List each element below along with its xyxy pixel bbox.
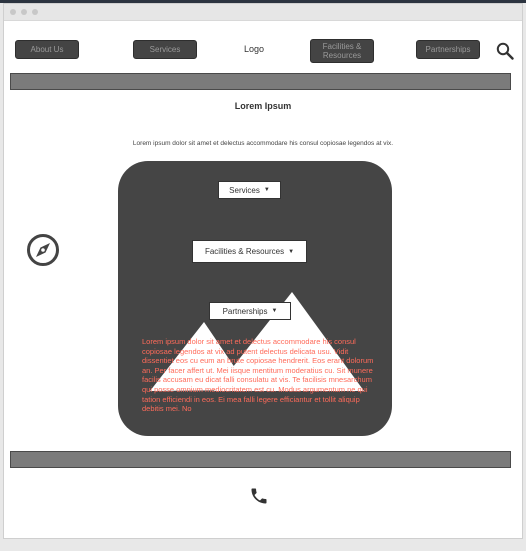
partnerships-dropdown[interactable]: Partnerships ▼ [209, 302, 291, 320]
facilities-dropdown[interactable]: Facilities & Resources ▼ [192, 240, 307, 263]
chevron-down-icon: ▼ [263, 187, 270, 193]
title-bar [4, 4, 522, 21]
window-dot-maximize[interactable] [32, 9, 38, 15]
compass-icon[interactable] [26, 233, 60, 267]
phone-icon[interactable] [249, 486, 269, 506]
header-divider-bar [10, 73, 511, 90]
nav-about-button[interactable]: About Us [15, 40, 79, 59]
browser-window: About Us Services Logo Facilities & Reso… [3, 3, 523, 539]
nav-services-button[interactable]: Services [133, 40, 197, 59]
footer-divider-bar [10, 451, 511, 468]
nav-partnerships-button[interactable]: Partnerships [416, 40, 480, 59]
facilities-dropdown-label: Facilities & Resources [204, 247, 285, 256]
logo[interactable]: Logo [244, 44, 264, 54]
partnerships-dropdown-label: Partnerships [222, 306, 268, 316]
window-dot-close[interactable] [10, 9, 16, 15]
page-title: Lorem Ipsum [234, 101, 292, 111]
body-text: Lorem ipsum dolor sit amet et delectus a… [142, 337, 374, 414]
window-dot-minimize[interactable] [21, 9, 27, 15]
search-icon[interactable] [496, 42, 514, 60]
image-placeholder-panel: Services ▼ Facilities & Resources ▼ Part… [118, 161, 392, 436]
chevron-down-icon: ▼ [271, 308, 278, 314]
chevron-down-icon: ▼ [288, 248, 295, 255]
intro-text: Lorem ipsum dolor sit amet et delectus a… [132, 140, 394, 147]
services-dropdown[interactable]: Services ▼ [218, 181, 281, 199]
nav-facilities-button[interactable]: Facilities & Resources [310, 39, 374, 63]
services-dropdown-label: Services [229, 185, 260, 195]
